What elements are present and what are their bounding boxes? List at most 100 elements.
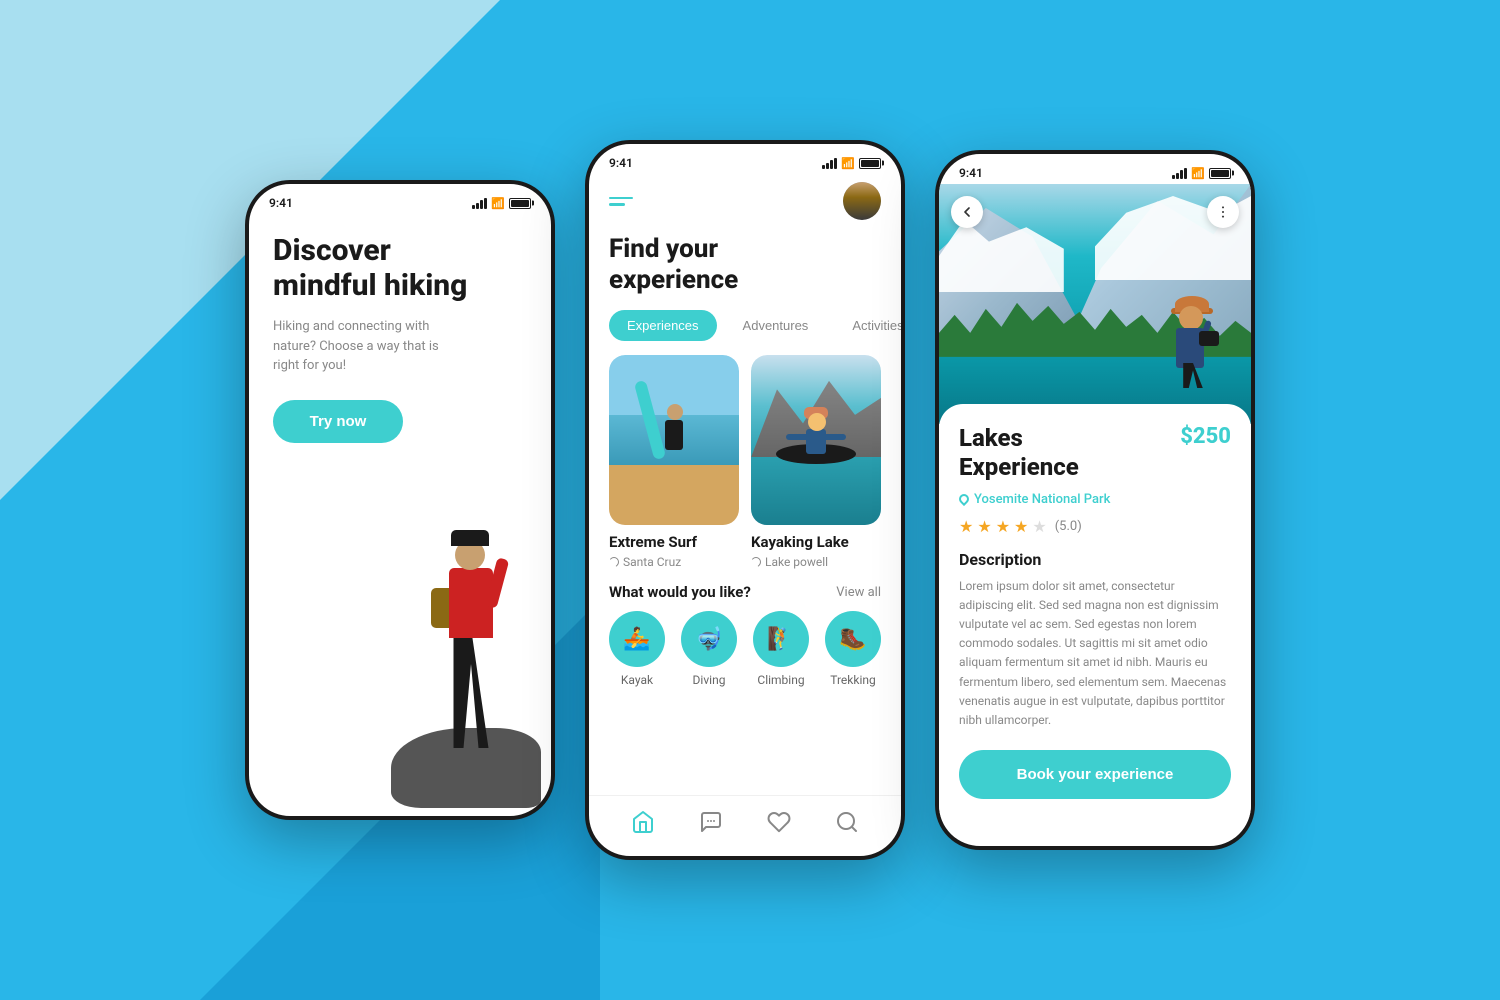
activity-diving: 🤿 Diving	[681, 611, 737, 687]
status-bar-2: 9:41 📶	[589, 144, 901, 174]
user-avatar[interactable]	[843, 182, 881, 220]
activity-cards-row: Extreme Surf Santa Cruz	[589, 341, 901, 569]
beach-person	[659, 400, 689, 470]
tab-experiences[interactable]: Experiences	[609, 310, 717, 341]
photographer-figure	[1161, 308, 1221, 388]
trekking-label: Trekking	[830, 673, 876, 687]
rating-row: ★ ★ ★ ★ ★ (5.0)	[959, 517, 1231, 536]
battery-icon-3	[1209, 168, 1231, 179]
phone-1: 9:41 📶 Discover mindful hiking Hiking an…	[245, 180, 555, 820]
phone1-headline: Discover mindful hiking	[273, 234, 527, 303]
diving-label: Diving	[693, 673, 726, 687]
trekking-circle[interactable]: 🥾	[825, 611, 881, 667]
experience-title: LakesExperience	[959, 424, 1079, 482]
activity-climbing: 🧗 Climbing	[753, 611, 809, 687]
star-3: ★	[996, 517, 1010, 536]
lake-kayaker	[796, 424, 836, 474]
location-pin-icon	[609, 555, 621, 569]
kayak-icon: 🚣	[623, 627, 650, 652]
hiker-legs	[446, 628, 496, 748]
signal-icon-1	[472, 198, 487, 209]
climbing-icon: 🧗	[767, 627, 794, 652]
card-kayaking-lake[interactable]: Kayaking Lake Lake powell	[751, 355, 881, 569]
wifi-icon-3: 📶	[1191, 167, 1205, 180]
phone-2: 9:41 📶	[585, 140, 905, 860]
description-heading: Description	[959, 550, 1231, 569]
card-title-surf: Extreme Surf	[609, 533, 739, 551]
nav-chat[interactable]	[699, 810, 723, 834]
diving-circle[interactable]: 🤿	[681, 611, 737, 667]
back-button[interactable]	[951, 196, 983, 228]
phone-3: 9:41 📶	[935, 150, 1255, 850]
wifi-icon-2: 📶	[841, 157, 855, 170]
location-pin-teal-icon	[957, 492, 971, 506]
status-icons-1: 📶	[472, 197, 531, 210]
what-title: What would you like?	[609, 583, 751, 601]
card-extreme-surf[interactable]: Extreme Surf Santa Cruz	[609, 355, 739, 569]
phone2-header	[589, 174, 901, 220]
price-display: $250	[1180, 424, 1231, 449]
status-icons-3: 📶	[1172, 167, 1231, 180]
book-experience-button[interactable]: Book your experience	[959, 750, 1231, 799]
battery-icon-1	[509, 198, 531, 209]
nav-favorites[interactable]	[767, 810, 791, 834]
tab-activities[interactable]: Activities	[834, 310, 905, 341]
star-5-empty: ★	[1032, 517, 1046, 536]
status-bar-1: 9:41 📶	[249, 184, 551, 214]
lake-scene-image	[751, 355, 881, 525]
tabs-row: Experiences Adventures Activities	[589, 296, 901, 341]
bottom-navigation	[589, 795, 901, 848]
hamburger-menu[interactable]	[609, 197, 633, 206]
view-all-link[interactable]: View all	[836, 585, 881, 600]
rating-value: (5.0)	[1055, 519, 1082, 534]
status-icons-2: 📶	[822, 157, 881, 170]
nav-search[interactable]	[835, 810, 859, 834]
card-location-surf: Santa Cruz	[609, 555, 739, 569]
star-4: ★	[1014, 517, 1028, 536]
diving-icon: 🤿	[695, 627, 722, 652]
kayak-label: Kayak	[621, 673, 653, 687]
activity-kayak: 🚣 Kayak	[609, 611, 665, 687]
hero-image-area	[939, 184, 1251, 424]
what-section-header: What would you like? View all	[589, 569, 901, 601]
signal-icon-2	[822, 158, 837, 169]
phone3-main-content: LakesExperience $250 Yosemite National P…	[939, 184, 1251, 838]
battery-icon-2	[859, 158, 881, 169]
climbing-circle[interactable]: 🧗	[753, 611, 809, 667]
nav-home[interactable]	[631, 810, 655, 834]
wifi-icon-1: 📶	[491, 197, 505, 210]
location-pin-icon-2	[751, 555, 763, 569]
time-2: 9:41	[609, 156, 633, 170]
kayak-circle[interactable]: 🚣	[609, 611, 665, 667]
signal-icon-3	[1172, 168, 1187, 179]
activity-trekking: 🥾 Trekking	[825, 611, 881, 687]
description-body: Lorem ipsum dolor sit amet, consectetur …	[959, 577, 1231, 731]
hiker-body	[441, 548, 501, 748]
phone2-page-title: Find your experience	[589, 220, 901, 296]
hero-background	[939, 184, 1251, 424]
climbing-label: Climbing	[757, 673, 804, 687]
detail-panel: LakesExperience $250 Yosemite National P…	[939, 404, 1251, 838]
time-3: 9:41	[959, 166, 983, 180]
hiker-cap	[451, 530, 489, 546]
activities-row: 🚣 Kayak 🤿 Diving 🧗 Climbing	[589, 601, 901, 687]
card-location-kayak: Lake powell	[751, 555, 881, 569]
avatar-image	[843, 182, 881, 220]
time-1: 9:41	[269, 196, 293, 210]
detail-location: Yosemite National Park	[959, 492, 1231, 507]
star-1: ★	[959, 517, 973, 536]
phone2-main-content: Find your experience Experiences Adventu…	[589, 174, 901, 848]
star-2: ★	[977, 517, 991, 536]
location-text: Yosemite National Park	[974, 492, 1110, 507]
more-options-button[interactable]	[1207, 196, 1239, 228]
beach-scene-image	[609, 355, 739, 525]
hiker-illustration	[356, 428, 551, 808]
detail-header: LakesExperience $250	[959, 424, 1231, 482]
phones-container: 9:41 📶 Discover mindful hiking Hiking an…	[245, 140, 1255, 860]
phone1-main-content: Discover mindful hiking Hiking and conne…	[249, 214, 551, 808]
card-title-kayak: Kayaking Lake	[751, 533, 881, 551]
phone1-subtitle: Hiking and connecting with nature? Choos…	[273, 317, 443, 376]
status-bar-3: 9:41 📶	[939, 154, 1251, 184]
tab-adventures[interactable]: Adventures	[725, 310, 827, 341]
trekking-icon: 🥾	[839, 627, 866, 652]
